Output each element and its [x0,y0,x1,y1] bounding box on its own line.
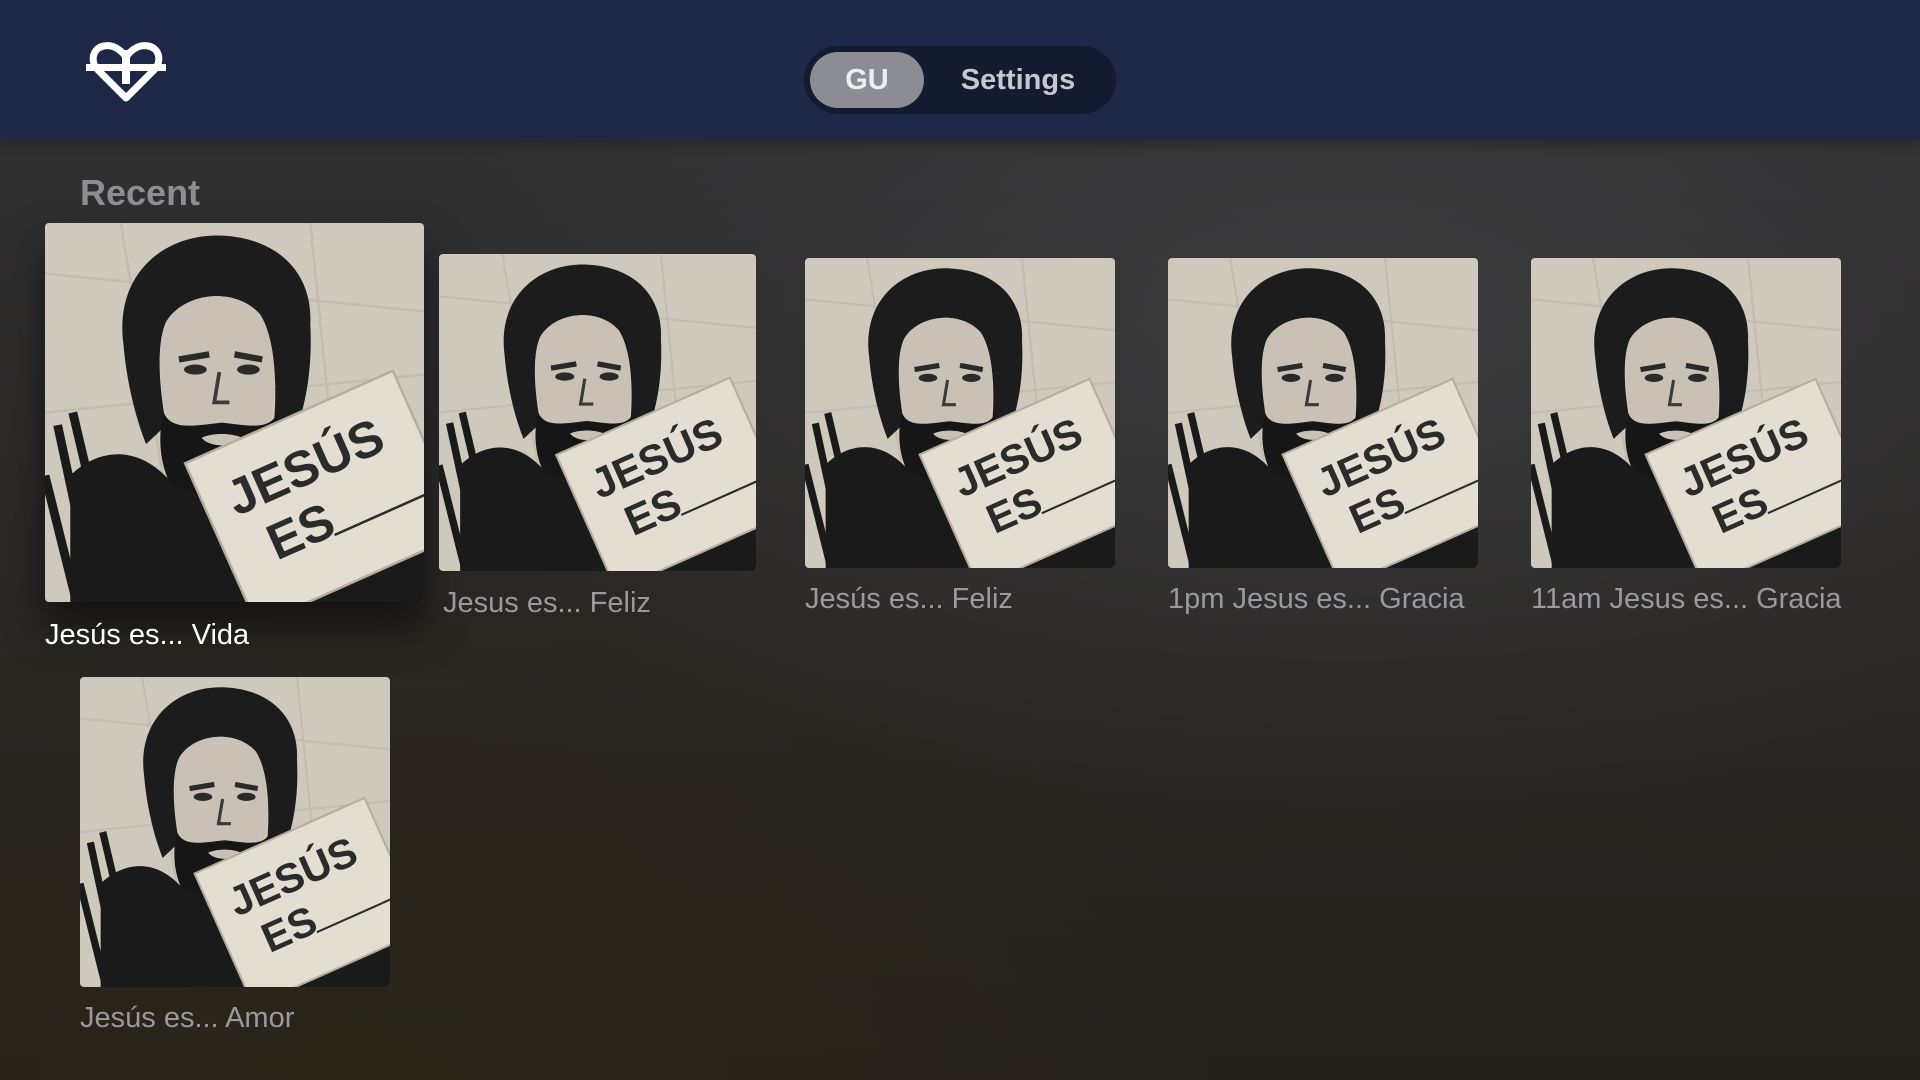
poster-artwork [45,223,424,602]
tile-title: Jesús es... Vida [45,619,250,651]
media-tile[interactable]: Jesús es... Vida [45,223,424,653]
tile-title: Jesús es... Amor [80,1002,295,1034]
section-title-recent: Recent [80,172,201,213]
poster-artwork [805,258,1115,568]
top-bar: GU Settings [0,0,1920,140]
tile-title: Jesus es... Feliz [443,587,651,619]
media-tile[interactable]: Jesus es... Feliz [439,254,756,634]
media-tile[interactable]: Jesús es... Amor [80,677,390,1049]
heart-cross-icon [86,40,166,104]
tab-settings[interactable]: Settings [934,52,1102,108]
tab-gu[interactable]: GU [810,52,924,108]
media-tile[interactable]: Jesús es... Feliz [805,258,1115,630]
poster-artwork [80,677,390,987]
tab-bar: GU Settings [804,46,1116,114]
poster-artwork [439,254,756,571]
tile-title: 1pm Jesus es... Gracia [1168,583,1465,615]
tile-title: 11am Jesus es... Gracia [1531,583,1841,615]
media-tile[interactable]: 1pm Jesus es... Gracia [1168,258,1478,630]
poster-artwork [1531,258,1841,568]
poster-artwork [1168,258,1478,568]
tile-title: Jesús es... Feliz [805,583,1013,615]
media-tile[interactable]: 11am Jesus es... Gracia [1531,258,1841,630]
